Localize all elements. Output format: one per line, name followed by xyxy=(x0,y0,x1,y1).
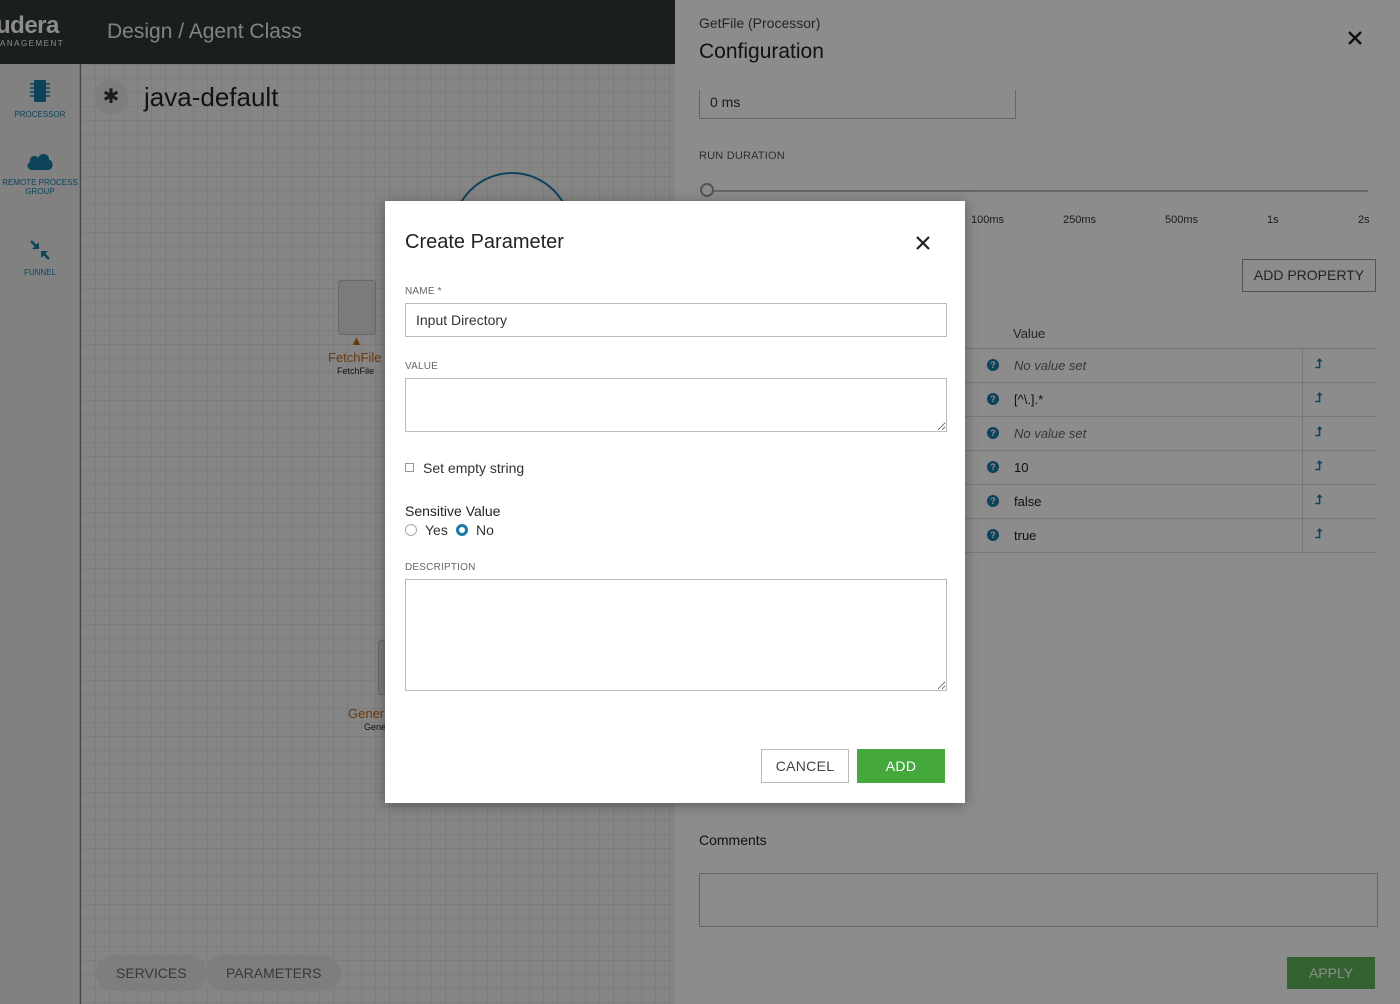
name-label: NAME * xyxy=(405,286,442,297)
close-icon[interactable] xyxy=(913,233,933,253)
create-parameter-dialog: Create Parameter NAME * VALUE Set empty … xyxy=(385,201,965,803)
set-empty-string-checkbox[interactable] xyxy=(405,463,414,472)
sensitive-no-label[interactable]: No xyxy=(476,522,494,538)
set-empty-string-label[interactable]: Set empty string xyxy=(423,460,524,476)
name-input[interactable] xyxy=(405,303,947,337)
sensitive-yes-radio[interactable] xyxy=(405,524,417,536)
sensitive-yes-label[interactable]: Yes xyxy=(425,522,448,538)
value-textarea[interactable] xyxy=(405,378,947,432)
value-label: VALUE xyxy=(405,361,439,372)
sensitive-no-radio[interactable] xyxy=(456,524,468,536)
description-textarea[interactable] xyxy=(405,579,947,691)
sensitive-value-label: Sensitive Value xyxy=(405,503,501,519)
cancel-button[interactable]: CANCEL xyxy=(761,749,849,783)
add-button[interactable]: ADD xyxy=(857,749,945,783)
description-label: DESCRIPTION xyxy=(405,562,476,573)
dialog-title: Create Parameter xyxy=(405,231,564,253)
